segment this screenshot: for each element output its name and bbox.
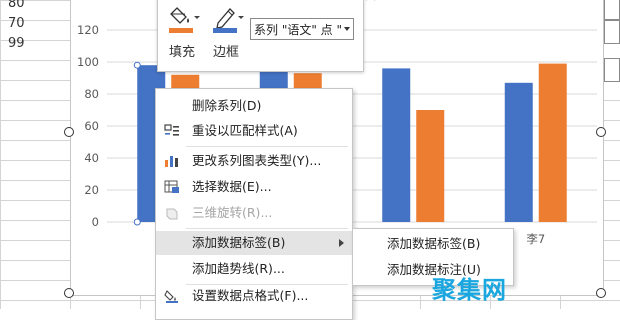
pen-icon [213, 8, 244, 33]
menu-item-add-trendline[interactable]: 添加趋势线(R)... [156, 257, 352, 281]
menu-item-select-data[interactable]: 选择数据(E)... [156, 175, 352, 199]
menu-item-3d-rotation[interactable]: 三维旋转(R)... [156, 201, 352, 225]
menu-item-label: 删除系列(D) [192, 98, 262, 113]
menu-item-label: 添加趋势线(R)... [192, 261, 285, 276]
menu-item-label: 三维旋转(R)... [192, 205, 273, 220]
y-tick-label: 60 [84, 119, 99, 133]
rotate-3d-icon [166, 208, 178, 220]
format-point-icon [164, 290, 178, 303]
bar-series-2[interactable] [416, 110, 445, 222]
submenu-arrow-icon [339, 239, 344, 247]
menu-item-reset-style[interactable]: 重设以匹配样式(A) [156, 119, 352, 143]
y-tick-label: 40 [84, 151, 99, 165]
menu-item-format-data-point[interactable]: 设置数据点格式(F)... [156, 284, 352, 308]
resize-handle-left[interactable] [64, 127, 74, 137]
series-selector-dropdown[interactable]: 系列 "语文" 点 " [250, 18, 354, 40]
y-tick-label: 0 [92, 215, 99, 229]
bar-series-1[interactable] [382, 68, 411, 223]
menu-item-label: 更改系列图表类型(Y)... [192, 153, 322, 168]
submenu-item-label: 添加数据标签(B) [387, 236, 481, 251]
menu-separator [186, 146, 348, 147]
series-selector-value: 系列 "语文" 点 " [254, 23, 343, 37]
menu-item-delete-series[interactable]: 删除系列(D) [156, 94, 352, 118]
side-box-3[interactable] [604, 58, 620, 82]
border-label: 边框 [213, 45, 240, 60]
x-tick-label: 李7 [526, 232, 545, 246]
format-mini-toolbar: 填充 边框 系列 "语文" 点 " [157, 0, 364, 72]
chart-title-fragment: 图 [365, 0, 376, 2]
side-box-1[interactable] [604, 0, 620, 20]
chart-type-icon [165, 156, 178, 167]
resize-handle-right[interactable] [596, 127, 606, 137]
resize-handle-bottom-left[interactable] [64, 288, 74, 298]
fill-button[interactable] [166, 3, 204, 41]
bar-series-1[interactable] [504, 82, 533, 222]
fill-label: 填充 [169, 45, 196, 60]
context-menu: 删除系列(D) 重设以匹配样式(A) 更改系列图表类型(Y)... 选择数据(E… [155, 88, 353, 320]
y-tick-label: 20 [84, 183, 99, 197]
menu-item-label: 选择数据(E)... [192, 179, 272, 194]
fill-bucket-icon [169, 7, 200, 33]
border-button[interactable] [210, 3, 248, 41]
menu-item-change-chart-type[interactable]: 更改系列图表类型(Y)... [156, 149, 352, 173]
y-tick-label: 80 [84, 87, 99, 101]
menu-item-label: 重设以匹配样式(A) [192, 123, 298, 138]
cell-value-2[interactable]: 70 [8, 16, 25, 31]
y-tick-label: 120 [77, 23, 99, 37]
submenu-item-add-data-labels[interactable]: 添加数据标签(B) [353, 231, 513, 257]
cell-value-3[interactable]: 99 [8, 36, 25, 51]
menu-item-label: 添加数据标签(B) [192, 235, 286, 250]
menu-item-label: 设置数据点格式(F)... [192, 288, 309, 303]
bar-series-2[interactable] [538, 63, 567, 222]
cell-value-1[interactable]: 80 [8, 0, 25, 11]
resize-handle-bottom-right[interactable] [596, 288, 606, 298]
menu-separator [186, 228, 348, 229]
reset-style-icon [164, 124, 179, 136]
side-box-2[interactable] [604, 20, 620, 44]
chevron-down-icon [344, 27, 350, 31]
menu-item-add-data-labels[interactable]: 添加数据标签(B) [156, 231, 352, 255]
watermark-logo: 聚集网 [432, 276, 507, 304]
select-data-icon [164, 180, 179, 193]
selection-point-handle[interactable] [133, 218, 141, 226]
y-tick-label: 100 [77, 55, 99, 69]
selection-point-handle[interactable] [133, 61, 141, 69]
